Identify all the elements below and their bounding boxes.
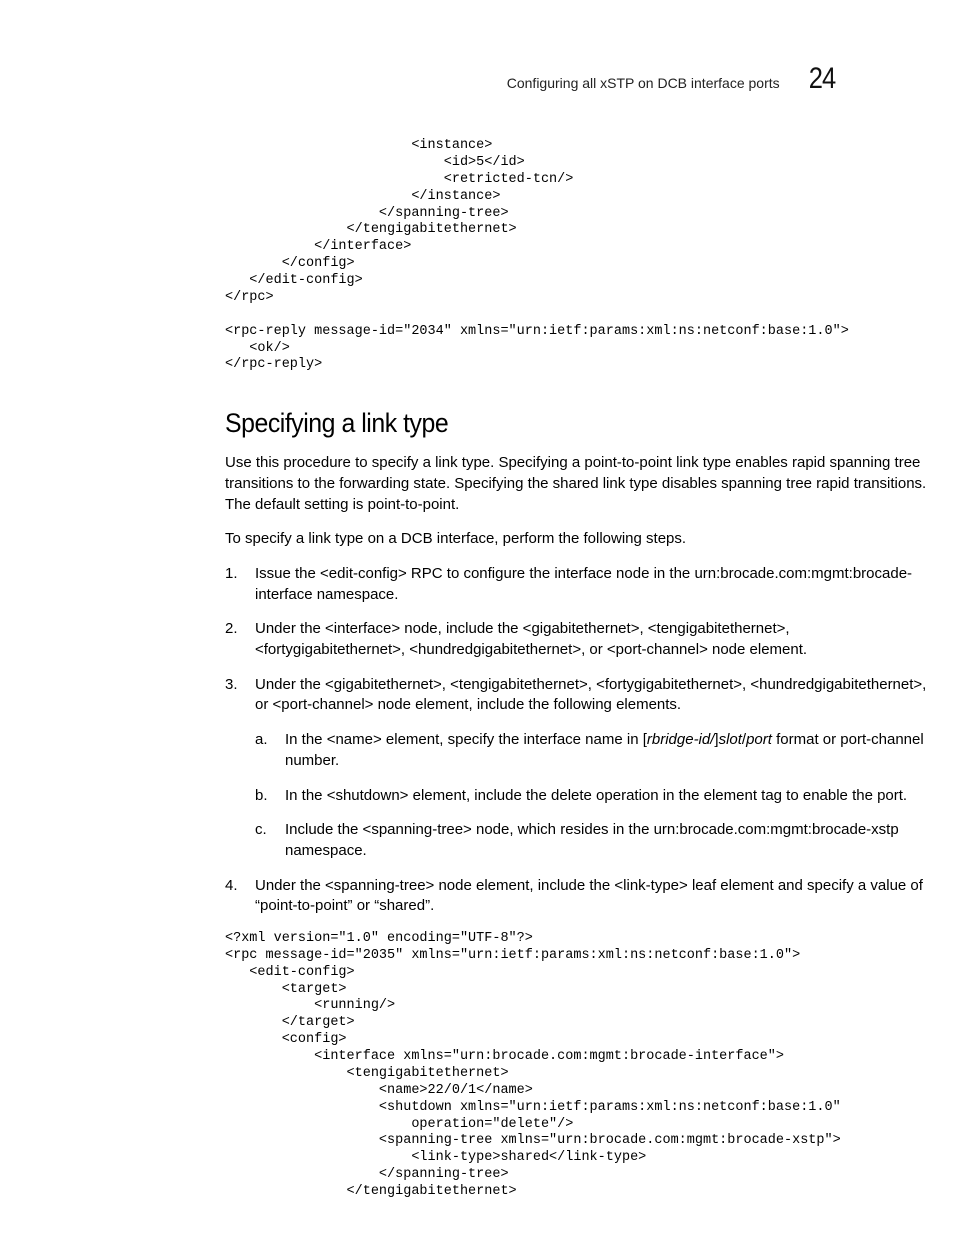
intro-paragraph-1: Use this procedure to specify a link typ… — [225, 453, 935, 515]
step-3: Under the <gigabitethernet>, <tengigabit… — [225, 675, 935, 862]
substep-b: In the <shutdown> element, include the d… — [255, 786, 935, 807]
substep-c-text: Include the <spanning-tree> node, which … — [285, 821, 899, 859]
var-rbridge: rbridge-id/ — [647, 731, 715, 748]
step-1-text: Issue the <edit-config> RPC to configure… — [255, 565, 912, 603]
substeps: In the <name> element, specify the inter… — [255, 730, 935, 861]
var-slot: slot — [719, 731, 742, 748]
procedure-steps: Issue the <edit-config> RPC to configure… — [225, 564, 935, 917]
running-header: Configuring all xSTP on DCB interface po… — [507, 62, 835, 96]
step-3-lead: Under the <gigabitethernet>, <tengigabit… — [255, 676, 926, 714]
code-block-1: <instance> <id>5</id> <retricted-tcn/> <… — [225, 138, 835, 374]
substep-c: Include the <spanning-tree> node, which … — [255, 820, 935, 861]
substep-a: In the <name> element, specify the inter… — [255, 730, 935, 771]
substep-a-pre: In the <name> element, specify the inter… — [285, 731, 647, 748]
header-title: Configuring all xSTP on DCB interface po… — [507, 75, 780, 91]
code-block-2: <?xml version="1.0" encoding="UTF-8"?> <… — [225, 931, 835, 1201]
chapter-number: 24 — [808, 62, 835, 96]
step-1: Issue the <edit-config> RPC to configure… — [225, 564, 935, 605]
section-heading: Specifying a link type — [225, 408, 786, 439]
intro-paragraph-2: To specify a link type on a DCB interfac… — [225, 529, 935, 550]
step-4: Under the <spanning-tree> node element, … — [225, 876, 935, 917]
substep-b-text: In the <shutdown> element, include the d… — [285, 787, 907, 804]
var-port: port — [746, 731, 772, 748]
step-2: Under the <interface> node, include the … — [225, 619, 935, 660]
step-2-text: Under the <interface> node, include the … — [255, 620, 807, 658]
step-4-text: Under the <spanning-tree> node element, … — [255, 877, 923, 915]
